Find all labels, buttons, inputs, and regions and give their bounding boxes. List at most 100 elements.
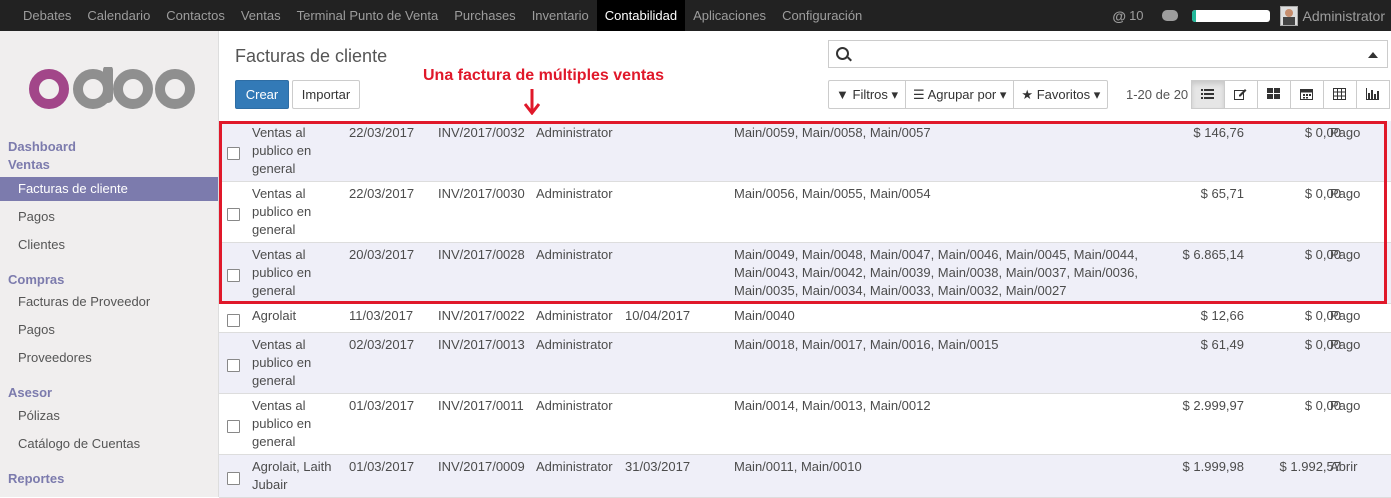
table-row[interactable]: Agrolait 11/03/2017 INV/2017/0022 Administr… — [219, 304, 1391, 333]
status-cell: Pago — [1330, 125, 1361, 140]
avatar[interactable] — [1279, 5, 1298, 26]
favorites-dropdown[interactable]: ★ Favoritos ▾ — [1014, 81, 1107, 108]
sidebar-heading-reportes[interactable]: Reportes — [8, 471, 64, 486]
annotation-label: Una factura de múltiples ventas — [423, 67, 664, 84]
salesperson-cell: Administrator — [536, 247, 613, 262]
source-document-cell: Main/0049, Main/0048, Main/0047, Main/00… — [734, 247, 1138, 298]
sidebar-item-pagos[interactable]: Pagos — [0, 318, 218, 342]
partner-cell: Ventas al publico en general — [252, 337, 312, 388]
partner-cell: Ventas al publico en general — [252, 186, 312, 237]
bars-icon: ☰ — [913, 87, 925, 102]
top-navbar: Debates Calendario Contactos Ventas Terminal… — [0, 0, 1391, 31]
table-row[interactable]: Ventas al publico en general 01/03/2017 IN… — [219, 394, 1391, 455]
notification-count[interactable]: 10 — [1129, 8, 1143, 23]
chevron-down-icon: ▾ — [1093, 87, 1101, 102]
pager-value[interactable]: 1-20 de 20 — [1126, 87, 1188, 102]
sidebar-heading-compras[interactable]: Compras — [8, 272, 64, 287]
search-icon — [836, 47, 849, 60]
salesperson-cell: Administrator — [536, 459, 613, 474]
filters-dropdown[interactable]: ▼ Filtros ▾ — [829, 81, 907, 108]
partner-cell: Ventas al publico en general — [252, 398, 312, 449]
menu-item-debates[interactable]: Debates — [15, 0, 79, 31]
sidebar-heading-ventas[interactable]: Ventas — [8, 157, 50, 172]
app-menu: Debates Calendario Contactos Ventas Terminal… — [15, 0, 870, 31]
menu-item-calendario[interactable]: Calendario — [79, 0, 158, 31]
menu-item-inventario[interactable]: Inventario — [524, 0, 597, 31]
menu-item-contabilidad[interactable]: Contabilidad — [596, 0, 686, 31]
table-row[interactable]: Agrolait, Laith Jubair 01/03/2017 INV/2017… — [219, 455, 1391, 498]
status-cell: Pago — [1330, 308, 1361, 323]
menu-item-aplicaciones[interactable]: Aplicaciones — [685, 0, 774, 31]
row-checkbox[interactable] — [227, 472, 240, 485]
sidebar-heading-dashboard[interactable]: Dashboard — [8, 139, 76, 154]
table-row[interactable]: Ventas al publico en general 22/03/2017 IN… — [219, 121, 1391, 182]
search-input[interactable] — [828, 40, 1388, 68]
row-checkbox[interactable] — [227, 269, 240, 282]
graph-view-icon[interactable] — [1357, 81, 1389, 108]
row-checkbox[interactable] — [227, 420, 240, 433]
edit-view-icon[interactable] — [1225, 81, 1258, 108]
total-cell: $ 65,71 — [1200, 186, 1244, 201]
total-cell: $ 12,66 — [1200, 308, 1244, 323]
sidebar-item-pagos[interactable]: Pagos — [0, 205, 218, 229]
chevron-down-icon: ▾ — [999, 87, 1007, 102]
menu-item-purchases[interactable]: Purchases — [446, 0, 523, 31]
menu-item-configuración[interactable]: Configuración — [774, 0, 870, 31]
status-cell: Pago — [1330, 247, 1361, 262]
kanban-view-icon[interactable] — [1258, 81, 1291, 108]
odoo-logo[interactable] — [27, 67, 195, 111]
due-date-cell: 31/03/2017 — [625, 459, 691, 474]
source-document-cell: Main/0056, Main/0055, Main/0054 — [734, 186, 931, 201]
row-checkbox[interactable] — [227, 147, 240, 160]
sidebar: Dashboard Ventas Facturas de cliente Pagos C… — [0, 31, 219, 497]
invoice-date-cell: 01/03/2017 — [349, 459, 415, 474]
invoice-number-cell: INV/2017/0028 — [438, 247, 525, 262]
invoice-number-cell: INV/2017/0009 — [438, 459, 525, 474]
row-checkbox[interactable] — [227, 208, 240, 221]
sidebar-item-pólizas[interactable]: Pólizas — [0, 404, 218, 428]
create-button[interactable]: Crear — [235, 80, 289, 109]
chat-icon[interactable] — [1161, 10, 1178, 21]
row-checkbox[interactable] — [227, 314, 240, 327]
table-row[interactable]: Ventas al publico en general 22/03/2017 IN… — [219, 182, 1391, 243]
import-button[interactable]: Importar — [292, 80, 360, 109]
status-cell: Pago — [1330, 186, 1361, 201]
sidebar-heading-asesor[interactable]: Asesor — [8, 385, 52, 400]
source-document-cell: Main/0059, Main/0058, Main/0057 — [734, 125, 931, 140]
source-document-cell: Main/0018, Main/0017, Main/0016, Main/00… — [734, 337, 999, 352]
menu-item-terminal-punto-de-venta[interactable]: Terminal Punto de Venta — [289, 0, 447, 31]
group-by-dropdown[interactable]: ☰ Agrupar por ▾ — [906, 81, 1015, 108]
invoice-date-cell: 02/03/2017 — [349, 337, 415, 352]
at-icon[interactable]: @ — [1112, 8, 1126, 24]
source-document-cell: Main/0040 — [734, 308, 795, 323]
search-options-toggle-icon[interactable] — [1368, 52, 1378, 58]
list-view-icon[interactable] — [1192, 81, 1225, 108]
status-cell: Abrir — [1330, 459, 1358, 474]
planner-progress-bar[interactable] — [1191, 9, 1270, 22]
row-checkbox[interactable] — [227, 359, 240, 372]
filter-icon: ▼ — [836, 87, 849, 102]
sidebar-item-clientes[interactable]: Clientes — [0, 233, 218, 257]
pivot-view-icon[interactable] — [1324, 81, 1357, 108]
sidebar-item-proveedores[interactable]: Proveedores — [0, 346, 218, 370]
partner-cell: Agrolait, Laith Jubair — [252, 459, 332, 492]
breadcrumb-title: Facturas de cliente — [235, 46, 388, 66]
table-row[interactable]: Ventas al publico en general 02/03/2017 IN… — [219, 333, 1391, 394]
menu-item-contactos[interactable]: Contactos — [158, 0, 233, 31]
source-document-cell: Main/0014, Main/0013, Main/0012 — [734, 398, 931, 413]
menu-item-ventas[interactable]: Ventas — [233, 0, 289, 31]
total-cell: $ 61,49 — [1200, 337, 1244, 352]
invoice-list: Ventas al publico en general 22/03/2017 IN… — [219, 121, 1391, 498]
chevron-down-icon: ▾ — [891, 87, 899, 102]
calendar-view-icon[interactable] — [1291, 81, 1324, 108]
invoice-date-cell: 11/03/2017 — [349, 308, 414, 323]
salesperson-cell: Administrator — [536, 308, 613, 323]
sidebar-item-facturas-de-proveedor[interactable]: Facturas de Proveedor — [0, 290, 218, 314]
sidebar-item-catálogo-de-cuentas[interactable]: Catálogo de Cuentas — [0, 432, 218, 456]
sidebar-item-facturas-de-cliente[interactable]: Facturas de cliente — [0, 177, 218, 201]
source-document-cell: Main/0011, Main/0010 — [734, 459, 862, 474]
table-row[interactable]: Ventas al publico en general 20/03/2017 IN… — [219, 243, 1391, 304]
user-menu[interactable]: Administrator — [1303, 8, 1385, 24]
invoice-date-cell: 22/03/2017 — [349, 125, 415, 140]
invoice-date-cell: 01/03/2017 — [349, 398, 415, 413]
